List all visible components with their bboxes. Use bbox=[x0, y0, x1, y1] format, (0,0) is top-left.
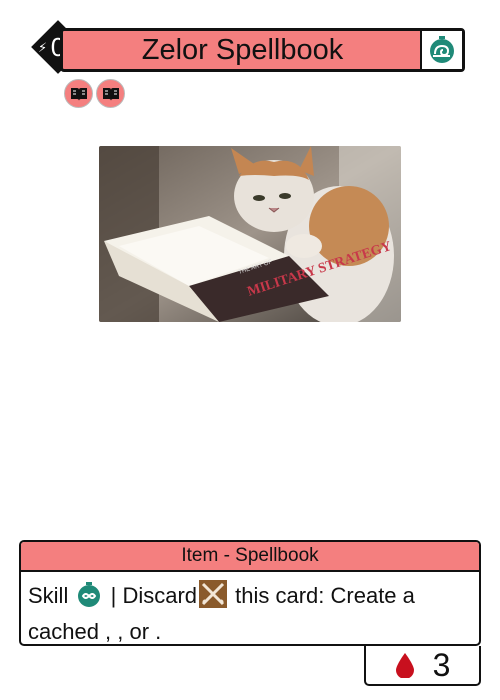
rules-text: Skill | Discard this card: Create a cach… bbox=[21, 572, 479, 644]
card-title: Zelor Spellbook bbox=[141, 33, 344, 66]
snail-timer-icon bbox=[430, 36, 454, 63]
health-value: 3 bbox=[432, 646, 451, 683]
requirement-icons bbox=[64, 79, 125, 108]
rules-separator: | bbox=[110, 583, 117, 608]
title-bar: Zelor Spellbook bbox=[60, 28, 465, 72]
skill-keyword: Skill bbox=[28, 583, 69, 608]
card-art: MILITARY STRATEGY THE ART OF bbox=[99, 146, 401, 322]
spellbook-icon bbox=[64, 79, 93, 108]
blood-drop-icon bbox=[395, 653, 414, 678]
cat-reading-book-image: MILITARY STRATEGY THE ART OF bbox=[99, 146, 401, 322]
spellbook-icon bbox=[96, 79, 125, 108]
infinity-timer-icon bbox=[76, 582, 102, 616]
health-stat: 3 bbox=[364, 646, 481, 686]
rules-box: Item - Spellbook Skill | Discard this ca… bbox=[19, 540, 481, 646]
type-line: Item - Spellbook bbox=[21, 542, 479, 572]
discard-crossed-swords-icon bbox=[199, 580, 228, 616]
title-icon-box bbox=[420, 31, 462, 69]
discard-keyword: Discard bbox=[122, 583, 198, 608]
